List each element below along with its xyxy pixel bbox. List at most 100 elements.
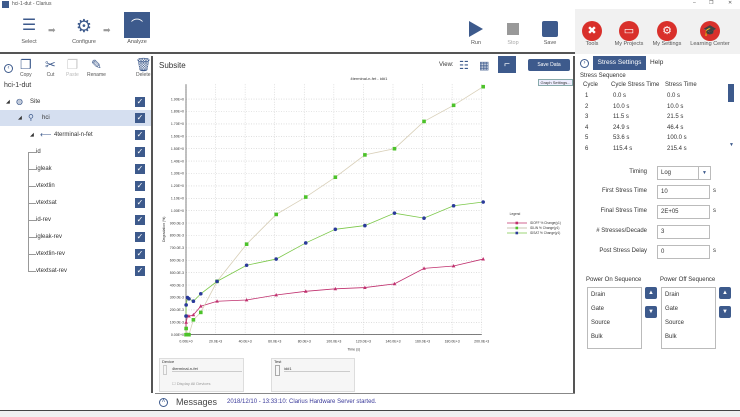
checkbox[interactable]: ✓	[135, 147, 145, 157]
final-field[interactable]: 2E+05	[657, 205, 710, 219]
delete-button[interactable]: 🗑 Delete	[135, 58, 152, 79]
tools-button[interactable]: ✖ Tools	[579, 21, 605, 47]
device-spinner[interactable]	[163, 365, 167, 375]
paste-button[interactable]: ❐ Paste	[66, 58, 79, 79]
my-settings-button[interactable]: ⚙ My Settings	[651, 21, 683, 47]
sequence-item[interactable]: Source	[588, 316, 641, 330]
tree-connector	[28, 254, 36, 255]
power-on-list[interactable]: Drain Gate Source Bulk	[587, 287, 642, 349]
y-tick-label: 1.50E+0	[171, 147, 184, 151]
sequence-row[interactable]: 6 115.4 s 215.4 s	[583, 146, 723, 156]
display-all-devices-checkbox[interactable]: ☐ Display All Devices	[172, 381, 211, 386]
sequence-item[interactable]: Source	[662, 316, 715, 330]
sequence-item[interactable]: Bulk	[662, 330, 715, 344]
power-on-move-down-button[interactable]: ▼	[645, 306, 657, 318]
power-off-move-up-button[interactable]: ▲	[719, 287, 731, 299]
tree-item[interactable]: id-rev ✓	[0, 212, 151, 228]
scroll-down-icon[interactable]: ▼	[729, 142, 734, 148]
timing-field[interactable]: Log ▼	[657, 166, 711, 180]
per_decade-field[interactable]: 3	[657, 225, 710, 239]
tab-stress-settings[interactable]: Stress Settings	[593, 56, 646, 70]
tab-help[interactable]: Help	[650, 59, 663, 66]
cycle-cell: 1	[585, 93, 589, 99]
power-off-list[interactable]: Drain Gate Source Bulk	[661, 287, 716, 349]
first-field[interactable]: 10	[657, 185, 710, 199]
degradation-chart: 4terminal-n-fet - id#1 0.00E+0 20.0E+3 40.0…	[162, 76, 561, 352]
tree-item[interactable]: ◢ ⚲ hci ✓	[0, 110, 151, 126]
my-projects-button[interactable]: ▭ My Projects	[613, 21, 645, 47]
run-button[interactable]: Run	[466, 21, 486, 46]
y-tick-label: 1.40E+0	[171, 159, 184, 163]
stress-time-cell: 10.0 s	[667, 103, 684, 110]
sequence-item[interactable]: Drain	[662, 288, 715, 302]
tree-item[interactable]: igleak ✓	[0, 161, 151, 177]
learning-center-button[interactable]: 🎓 Learning Center	[688, 21, 732, 47]
main-toolbar: ☰ Select ➡ ⚙ Configure ➡ ⌒ Analyze Run S…	[0, 9, 740, 54]
checkbox[interactable]: ✓	[135, 113, 145, 123]
device-field[interactable]: 4terminal-n-fet	[172, 366, 242, 372]
checkbox[interactable]: ✓	[135, 249, 145, 259]
sequence-row[interactable]: 1 0.0 s 0.0 s	[583, 93, 723, 103]
stop-button[interactable]: Stop	[503, 23, 523, 46]
tree-item[interactable]: vtextsat-rev ✓	[0, 263, 151, 279]
sequence-row[interactable]: 5 53.6 s 100.0 s	[583, 135, 723, 145]
sequence-scrollbar-thumb[interactable]	[728, 84, 734, 102]
expand-messages-button[interactable]: ˄	[159, 398, 168, 407]
collapse-right-panel-button[interactable]: ›	[580, 59, 589, 68]
select-step[interactable]: ☰ Select	[14, 13, 44, 45]
tree-connector	[28, 186, 36, 187]
legend-label: IDSAT % Change(y1)	[530, 231, 560, 235]
test-spinner[interactable]	[275, 365, 280, 376]
x-tick-label: 160.0E+3	[415, 340, 430, 344]
sequence-item[interactable]: Drain	[588, 288, 641, 302]
minimize-button[interactable]: –	[693, 0, 696, 6]
save-button[interactable]: Save	[539, 21, 561, 46]
checkbox[interactable]: ✓	[135, 97, 145, 107]
data-point	[184, 303, 188, 307]
copy-button[interactable]: ❐ Copy	[20, 58, 32, 79]
device-group: Device 4terminal-n-fet ☐ Display All Dev…	[159, 358, 244, 392]
checkbox[interactable]: ✓	[135, 266, 145, 276]
tree-item[interactable]: vtextlin ✓	[0, 178, 151, 194]
tree-item[interactable]: vtextsat ✓	[0, 195, 151, 211]
sequence-row[interactable]: 2 10.0 s 10.0 s	[583, 104, 723, 114]
power-on-move-up-button[interactable]: ▲	[645, 287, 657, 299]
tree-item-label: vtextlin	[36, 183, 55, 189]
data-point	[303, 241, 308, 245]
x-tick-label: 40.0E+3	[239, 340, 252, 344]
checkbox[interactable]: ✓	[135, 130, 145, 140]
y-tick-label: 400.0E-3	[170, 283, 184, 287]
collapse-panel-button[interactable]: ‹	[4, 64, 13, 73]
rename-button[interactable]: ✎ Rename	[87, 58, 106, 79]
tree-connector	[28, 271, 36, 272]
power-off-move-down-button[interactable]: ▼	[719, 306, 731, 318]
checkbox[interactable]: ✓	[135, 215, 145, 225]
sequence-item[interactable]: Gate	[662, 302, 715, 316]
x-tick-label: 80.0E+3	[298, 340, 311, 344]
analyze-step[interactable]: ⌒ Analyze	[120, 12, 154, 45]
checkbox[interactable]: ✓	[135, 181, 145, 191]
delete-label: Delete	[136, 72, 151, 78]
expand-triangle-icon[interactable]: ◢	[30, 127, 34, 143]
cut-button[interactable]: ✂ Cut	[45, 58, 56, 79]
expand-triangle-icon[interactable]: ◢	[6, 94, 10, 110]
delay-field[interactable]: 0	[657, 245, 710, 259]
test-field[interactable]: id#1	[284, 366, 350, 372]
checkbox[interactable]: ✓	[135, 164, 145, 174]
tree-item[interactable]: ◢ ⟵ 4terminal-n-fet ✓	[0, 127, 151, 143]
sequence-item[interactable]: Gate	[588, 302, 641, 316]
tree-item[interactable]: id ✓	[0, 144, 151, 160]
checkbox[interactable]: ✓	[135, 232, 145, 242]
tree-item[interactable]: igleak-rev ✓	[0, 229, 151, 245]
sequence-item[interactable]: Bulk	[588, 330, 641, 344]
expand-triangle-icon[interactable]: ◢	[18, 110, 22, 126]
close-button[interactable]: ✕	[728, 0, 732, 6]
checkbox[interactable]: ✓	[135, 198, 145, 208]
graph-icon: ⌒	[124, 12, 150, 38]
sequence-row[interactable]: 3 11.5 s 21.5 s	[583, 114, 723, 124]
sequence-row[interactable]: 4 24.9 s 46.4 s	[583, 125, 723, 135]
tree-item[interactable]: vtextlin-rev ✓	[0, 246, 151, 262]
maximize-button[interactable]: ❐	[709, 0, 713, 6]
configure-step[interactable]: ⚙ Configure	[66, 13, 102, 45]
tree-item[interactable]: ◢ ◍ Site ✓	[0, 94, 151, 110]
